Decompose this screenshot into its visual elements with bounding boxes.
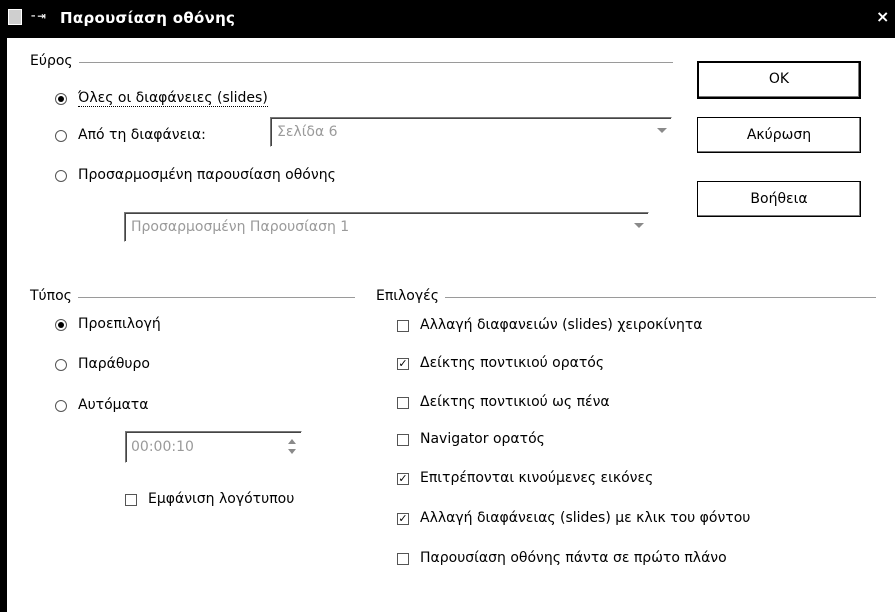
option-label: Δείκτης ποντικιού ορατός (420, 355, 605, 371)
checkbox-show-logo[interactable]: Εμφάνιση λογότυπου (125, 491, 335, 511)
cancel-button[interactable]: Ακύρωση (697, 117, 861, 153)
type-group-label: Τύπος (30, 288, 78, 304)
duration-value: 00:00:10 (131, 439, 194, 455)
pin-icon[interactable]: -⇥ (29, 8, 46, 24)
checkbox-show-logo-box[interactable] (125, 494, 137, 506)
radio-window-label: Παράθυρο (78, 356, 150, 372)
type-group-line (30, 297, 355, 299)
presentation-app-icon[interactable] (8, 9, 22, 25)
option-row[interactable]: Παρουσίαση οθόνης πάντα σε πρώτο πλάνο (397, 550, 777, 570)
option-label: Αλλαγή διαφάνειας (slides) με κλικ του φ… (420, 510, 751, 526)
custom-show-value: Προσαρμοσμένη Παρουσίαση 1 (131, 219, 350, 235)
option-checkbox[interactable]: ✓ (397, 358, 409, 370)
option-checkbox[interactable]: ✓ (397, 473, 409, 485)
radio-default-label: Προεπιλογή (78, 316, 161, 332)
range-group-label: Εύρος (30, 53, 79, 69)
window-title: Παρουσίαση οθόνης (60, 9, 236, 27)
options-group-label: Επιλογές (376, 288, 445, 304)
option-row[interactable]: ✓ Επιτρέπονται κινούμενες εικόνες (397, 470, 757, 490)
radio-auto-label: Αυτόματα (78, 397, 149, 413)
close-icon[interactable]: × (876, 7, 889, 26)
title-bar[interactable]: -⇥ Παρουσίαση οθόνης × (0, 0, 895, 38)
chevron-down-icon[interactable] (634, 223, 644, 228)
chevron-down-icon[interactable] (657, 128, 667, 133)
spin-up-icon[interactable] (288, 439, 296, 444)
radio-all-slides-indicator[interactable] (55, 93, 67, 105)
duration-spinner[interactable]: 00:00:10 (125, 431, 302, 463)
radio-default-indicator[interactable] (55, 319, 67, 331)
option-label: Επιτρέπονται κινούμενες εικόνες (420, 470, 654, 486)
radio-window-indicator[interactable] (55, 359, 67, 371)
radio-auto[interactable]: Αυτόματα (55, 397, 215, 417)
option-row[interactable]: Αλλαγή διαφανειών (slides) χειροκίνητα (397, 317, 757, 337)
radio-from-slide-indicator[interactable] (55, 130, 67, 142)
radio-window[interactable]: Παράθυρο (55, 356, 215, 376)
radio-custom-show-indicator[interactable] (55, 170, 67, 182)
options-group-line (376, 297, 876, 299)
option-label: Navigator ορατός (420, 431, 545, 447)
option-label: Παρουσίαση οθόνης πάντα σε πρώτο πλάνο (420, 550, 727, 566)
option-row[interactable]: ✓ Αλλαγή διαφάνειας (slides) με κλικ του… (397, 510, 817, 530)
radio-default[interactable]: Προεπιλογή (55, 316, 215, 336)
option-label: Αλλαγή διαφανειών (slides) χειροκίνητα (420, 317, 703, 333)
radio-all-slides[interactable]: Όλες οι διαφάνειες (slides) (55, 90, 315, 110)
help-button[interactable]: Βοήθεια (697, 181, 861, 217)
option-row[interactable]: ✓ Δείκτης ποντικιού ορατός (397, 355, 757, 375)
option-checkbox[interactable] (397, 397, 409, 409)
slide-select-value: Σελίδα 6 (277, 124, 338, 140)
radio-custom-show-label: Προσαρμοσμένη παρουσίαση οθόνης (78, 167, 336, 183)
radio-from-slide-label: Από τη διαφάνεια: (78, 127, 206, 143)
option-checkbox[interactable] (397, 553, 409, 565)
ok-button[interactable]: OK (697, 61, 861, 99)
radio-custom-show[interactable]: Προσαρμοσμένη παρουσίαση οθόνης (55, 167, 385, 187)
spin-down-icon[interactable] (288, 449, 296, 454)
custom-show-combo[interactable]: Προσαρμοσμένη Παρουσίαση 1 (124, 212, 649, 242)
option-row[interactable]: Navigator ορατός (397, 431, 757, 451)
radio-auto-indicator[interactable] (55, 400, 67, 412)
option-label: Δείκτης ποντικιού ως πένα (420, 394, 610, 410)
radio-from-slide[interactable]: Από τη διαφάνεια: (55, 127, 255, 147)
slide-select-combo[interactable]: Σελίδα 6 (270, 117, 672, 147)
checkbox-show-logo-label: Εμφάνιση λογότυπου (148, 491, 295, 507)
option-checkbox[interactable]: ✓ (397, 513, 409, 525)
radio-all-slides-label: Όλες οι διαφάνειες (slides) (78, 90, 268, 107)
range-group-line (30, 62, 673, 64)
window-border (0, 38, 7, 612)
option-checkbox[interactable] (397, 434, 409, 446)
option-row[interactable]: Δείκτης ποντικιού ως πένα (397, 394, 757, 414)
option-checkbox[interactable] (397, 320, 409, 332)
